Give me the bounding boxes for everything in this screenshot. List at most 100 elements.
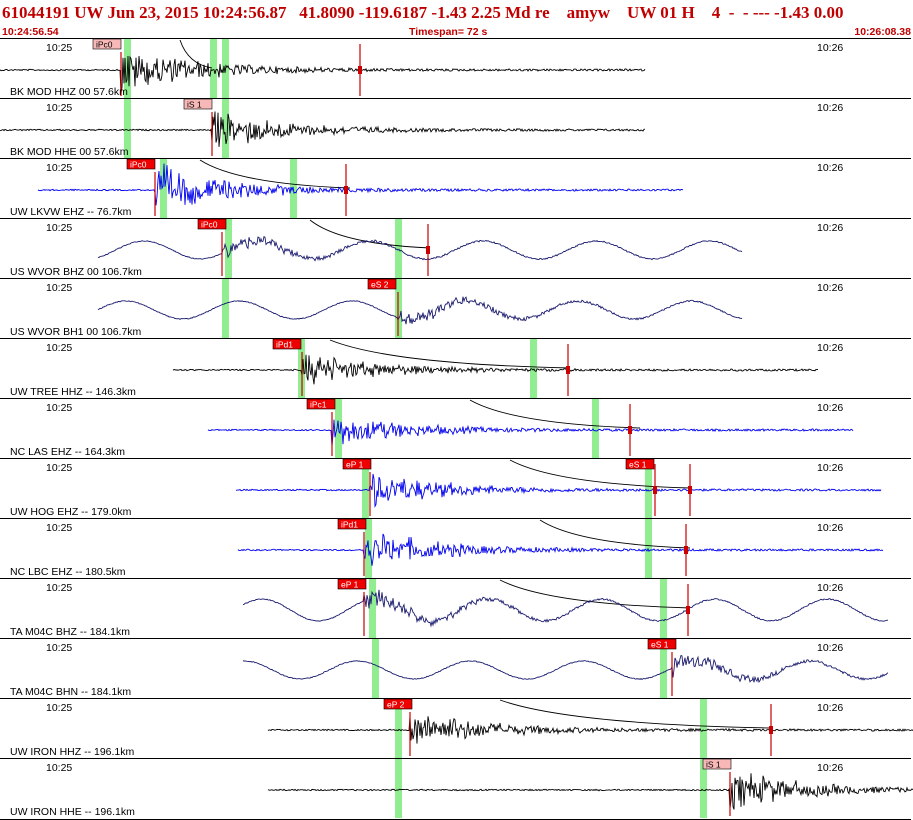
trace-row[interactable]: 10:25 10:26 iPd1 UW TREE HHZ -- 146.3km: [0, 338, 911, 399]
trace-row[interactable]: 10:25 10:26 eS 1 TA M04C BHN -- 184.1km: [0, 638, 911, 699]
amplitude-marker-tick: [688, 486, 692, 494]
amplitude-marker-tick: [358, 66, 362, 74]
time-tick-label: 10:25: [46, 42, 72, 54]
channel-label: NC LAS EHZ -- 164.3km: [10, 446, 125, 458]
trace-row[interactable]: 10:25 10:26 iS 1 BK MOD HHE 00 57.6km: [0, 98, 911, 159]
waveform-trace: [37, 163, 684, 206]
channel-label: UW IRON HHE -- 196.1km: [10, 806, 135, 818]
pick-flag-label: iPc0: [96, 40, 113, 50]
waveform-trace: [0, 111, 646, 147]
pick-flag-label: eS 1: [651, 640, 669, 650]
trace-row[interactable]: 10:25 10:26 iS 1 UW IRON HHE -- 196.1km: [0, 758, 913, 819]
time-tick-label: 10:26: [817, 462, 843, 474]
amplitude-marker-tick: [686, 606, 690, 614]
pick-window-highlight: [645, 519, 652, 578]
waveform-trace: [237, 533, 884, 566]
seismogram-panel[interactable]: 10:25 10:26iPc0BK MOD HHZ 00 57.6km10:25 1…: [0, 38, 913, 820]
pick-flag-label: iPc0: [130, 160, 147, 170]
amplitude-marker-tick: [344, 186, 348, 194]
channel-label: UW LKVW EHZ -- 76.7km: [10, 206, 132, 218]
time-tick-label: 10:26: [817, 522, 843, 534]
time-tick-label: 10:26: [817, 762, 843, 774]
pick-flag-label: eS 2: [371, 280, 389, 290]
channel-label: NC LBC EHZ -- 180.5km: [10, 566, 126, 578]
time-tick-label: 10:25: [46, 282, 72, 294]
channel-label: US WVOR BHZ 00 106.7km: [10, 266, 142, 278]
time-tick-label: 10:25: [46, 762, 72, 774]
waveform-trace: [97, 296, 743, 325]
time-tick-label: 10:25: [46, 222, 72, 234]
time-tick-label: 10:25: [46, 702, 72, 714]
pick-flag-label: iS 1: [187, 100, 202, 110]
pick-window-highlight: [660, 579, 667, 638]
travel-time-curve: [309, 219, 431, 249]
waveform-trace: [207, 419, 854, 447]
pick-window-highlight: [395, 759, 402, 818]
pick-window-highlight: [700, 699, 707, 758]
time-tick-label: 10:26: [817, 162, 843, 174]
trace-row[interactable]: 10:25 10:26 iPc0 BK MOD HHZ 00 57.6km: [0, 38, 911, 99]
travel-time-curve: [499, 699, 771, 729]
channel-label: UW TREE HHZ -- 146.3km: [10, 386, 136, 398]
time-tick-label: 10:25: [46, 642, 72, 654]
pick-window-highlight: [222, 279, 229, 338]
time-tick-label: 10:26: [817, 102, 843, 114]
time-tick-label: 10:25: [46, 102, 72, 114]
pick-window-highlight: [210, 39, 217, 98]
timespan-label: Timespan= 72 s: [409, 26, 488, 38]
pick-flag-label: iS 1: [706, 760, 721, 770]
time-tick-label: 10:25: [46, 522, 72, 534]
time-tick-label: 10:26: [817, 222, 843, 234]
channel-label: US WVOR BH1 00 106.7km: [10, 326, 142, 338]
pick-flag-label: iPd1: [341, 520, 358, 530]
pick-flag-label: eP 1: [346, 460, 364, 470]
time-tick-label: 10:25: [46, 402, 72, 414]
travel-time-curve: [509, 459, 691, 489]
amplitude-marker-tick: [769, 726, 773, 734]
pick-flag-label: iPc1: [310, 400, 327, 410]
waveform-trace: [267, 716, 913, 744]
time-tick-label: 10:25: [46, 582, 72, 594]
trace-row[interactable]: 10:25 10:26 iPc0 US WVOR BHZ 00 106.7km: [0, 218, 911, 279]
channel-label: UW HOG EHZ -- 179.0km: [10, 506, 132, 518]
amplitude-marker-tick: [653, 486, 657, 494]
time-tick-label: 10:26: [817, 702, 843, 714]
time-tick-label: 10:25: [46, 462, 72, 474]
channel-label: BK MOD HHE 00 57.6km: [10, 146, 129, 158]
pick-window-highlight: [395, 219, 402, 278]
time-tick-label: 10:26: [817, 342, 843, 354]
time-tick-label: 10:26: [817, 642, 843, 654]
waveform-trace: [267, 773, 913, 810]
amplitude-marker-tick: [426, 246, 430, 254]
trace-row[interactable]: 10:25 10:26 iPc1 NC LAS EHZ -- 164.3km: [0, 398, 911, 459]
time-tick-label: 10:26: [817, 402, 843, 414]
trace-row[interactable]: 10:25 10:26 iPd1 NC LBC EHZ -- 180.5km: [0, 518, 911, 579]
amplitude-marker-tick: [628, 426, 632, 434]
trace-row[interactable]: 10:25 10:26 iPc0 UW LKVW EHZ -- 76.7km: [0, 158, 911, 219]
time-tick-label: 10:26: [817, 282, 843, 294]
trace-row[interactable]: 10:25 10:26 eP 1 TA M04C BHZ -- 184.1km: [0, 578, 911, 639]
trace-row[interactable]: 10:25 10:26 eP 1 eS 1 UW HOG EHZ -- 179.0km: [0, 458, 911, 519]
channel-label: TA M04C BHZ -- 184.1km: [10, 626, 130, 638]
pick-flag-label: eP 2: [387, 700, 405, 710]
channel-label: TA M04C BHN -- 184.1km: [10, 686, 131, 698]
pick-window-highlight: [222, 99, 229, 158]
waveform-trace: [243, 589, 888, 628]
channel-label: UW IRON HHZ -- 196.1km: [10, 746, 135, 758]
waveform-trace: [97, 235, 743, 262]
trace-row[interactable]: 10:25 10:26 eS 2 US WVOR BH1 00 106.7km: [0, 278, 911, 339]
time-tick-label: 10:26: [817, 42, 843, 54]
time-tick-label: 10:25: [46, 342, 72, 354]
pick-flag-label: eP 1: [341, 580, 359, 590]
pick-flag-label: iPc0: [201, 220, 218, 230]
travel-time-curve: [539, 519, 691, 549]
pick-flag-label: eS 1: [629, 460, 647, 470]
travel-time-curve: [199, 159, 351, 189]
pick-window-highlight: [369, 579, 376, 638]
waveform-trace: [235, 473, 882, 509]
end-time-label: 10:26:08.38: [854, 26, 911, 38]
event-summary-title: 61044191 UW Jun 23, 2015 10:24:56.87 41.…: [2, 3, 844, 22]
time-tick-label: 10:25: [46, 162, 72, 174]
trace-row[interactable]: 10:25 10:26 eP 2 UW IRON HHZ -- 196.1km: [0, 698, 913, 759]
waveform-trace: [172, 354, 819, 385]
